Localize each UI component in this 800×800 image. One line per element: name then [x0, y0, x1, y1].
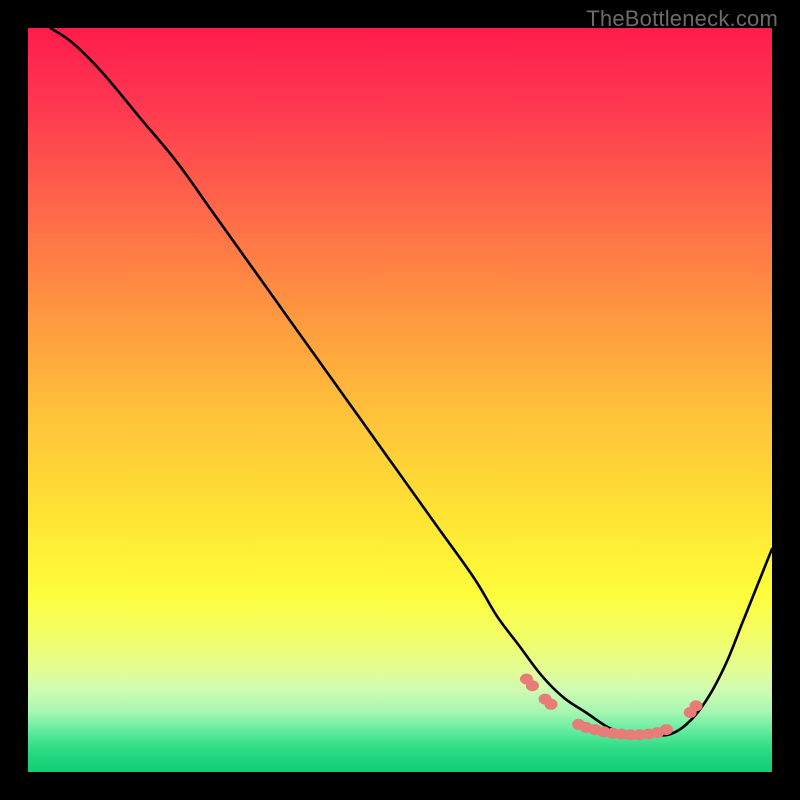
bottleneck-curve	[50, 28, 772, 735]
chart-plot-area	[28, 28, 772, 772]
chart-frame: TheBottleneck.com	[0, 0, 800, 800]
watermark-text: TheBottleneck.com	[586, 6, 778, 32]
curve-marker	[660, 725, 672, 735]
curve-marker	[526, 681, 538, 691]
chart-svg	[28, 28, 772, 772]
curve-marker	[545, 699, 557, 709]
curve-marker	[690, 701, 702, 711]
